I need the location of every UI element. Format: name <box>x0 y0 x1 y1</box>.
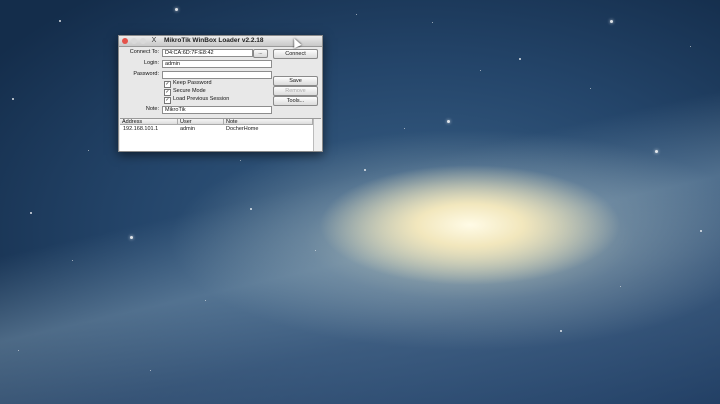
column-header-address[interactable]: Address <box>120 119 178 125</box>
saved-sessions-table: Address User Note 192.168.101.1 admin Do… <box>120 118 322 151</box>
remove-button[interactable]: Remove <box>273 86 318 96</box>
star <box>447 120 450 123</box>
table-scrollbar[interactable] <box>313 119 322 151</box>
star <box>480 70 481 71</box>
star <box>240 160 241 161</box>
keep-password-checkbox[interactable]: ✓ <box>164 81 171 88</box>
star <box>175 8 178 11</box>
password-label: Password: <box>133 71 159 77</box>
star <box>12 98 14 100</box>
star <box>315 250 316 251</box>
star <box>30 212 32 214</box>
star <box>18 350 19 351</box>
cell-address: 192.168.101.1 <box>123 126 159 132</box>
star <box>432 22 433 23</box>
load-previous-session-label: Load Previous Session <box>173 96 230 102</box>
tool-icon: X <box>151 37 157 44</box>
keep-password-label: Keep Password <box>173 80 212 86</box>
login-field[interactable]: admin <box>162 60 272 68</box>
cell-note: DocherHome <box>226 126 259 132</box>
window-title: MikroTik WinBox Loader v2.2.18 <box>164 37 264 44</box>
zoom-window-button[interactable] <box>140 38 146 44</box>
star <box>250 208 252 210</box>
star <box>620 286 621 287</box>
star <box>59 20 61 22</box>
star <box>72 260 73 261</box>
star <box>404 128 405 129</box>
star <box>610 20 613 23</box>
star <box>700 230 702 232</box>
note-label: Note: <box>145 106 159 112</box>
star <box>655 150 658 153</box>
browse-neighbors-button[interactable]: ... <box>253 49 268 58</box>
minimize-window-button[interactable] <box>131 38 137 44</box>
note-field[interactable]: MikroTik <box>162 106 272 114</box>
cell-user: admin <box>180 126 195 132</box>
connect-button[interactable]: Connect <box>273 49 318 59</box>
star <box>519 58 521 60</box>
star <box>560 330 562 332</box>
star <box>88 150 89 151</box>
tools-button[interactable]: Tools... <box>273 96 318 106</box>
star <box>356 14 357 15</box>
star <box>150 370 151 371</box>
star <box>690 46 691 47</box>
star <box>205 300 206 301</box>
column-header-user[interactable]: User <box>178 119 224 125</box>
save-button[interactable]: Save <box>273 76 318 86</box>
star <box>130 236 133 239</box>
close-window-button[interactable] <box>122 38 128 44</box>
star <box>364 169 366 171</box>
secure-mode-label: Secure Mode <box>173 88 206 94</box>
secure-mode-checkbox[interactable]: ✓ <box>164 89 171 96</box>
load-previous-session-checkbox[interactable]: ✓ <box>164 97 171 104</box>
connect-to-label: Connect To: <box>129 49 159 55</box>
column-header-note[interactable]: Note <box>224 119 313 125</box>
login-label: Login: <box>144 60 159 66</box>
password-field[interactable] <box>162 71 272 79</box>
star <box>590 88 591 89</box>
winbox-loader-window: X MikroTik WinBox Loader v2.2.18 Connect… <box>118 35 323 152</box>
connect-to-field[interactable]: D4:CA:6D:7F:E8:42 <box>162 49 253 57</box>
